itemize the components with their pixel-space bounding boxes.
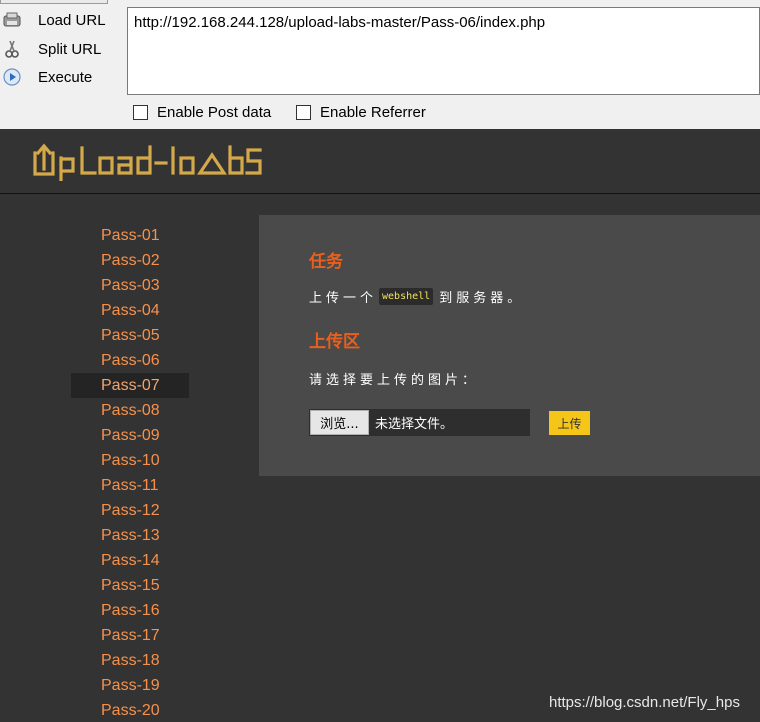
sidebar-item-pass-05[interactable]: Pass-05 xyxy=(71,323,189,348)
sidebar-item-pass-08[interactable]: Pass-08 xyxy=(71,398,189,423)
sidebar-item-pass-18[interactable]: Pass-18 xyxy=(71,648,189,673)
checkbox-box[interactable] xyxy=(133,105,148,120)
watermark: https://blog.csdn.net/Fly_hps xyxy=(549,694,740,711)
task-panel: 任务 上传一个 webshell 到服务器。 上传区 请选择要上传的图片： 浏览… xyxy=(259,215,760,476)
file-status: 未选择文件。 xyxy=(375,417,454,432)
sidebar-item-pass-07[interactable]: Pass-07 xyxy=(71,373,189,398)
task-code: webshell xyxy=(379,288,434,305)
split-url-label: Split URL xyxy=(38,40,102,58)
sidebar-item-pass-19[interactable]: Pass-19 xyxy=(71,673,189,698)
sidebar-item-pass-04[interactable]: Pass-04 xyxy=(71,298,189,323)
task-heading: 任务 xyxy=(309,252,343,272)
upload-submit-button[interactable]: 上传 xyxy=(549,411,590,435)
upload-prompt: 请选择要上传的图片： xyxy=(309,373,480,388)
execute-label: Execute xyxy=(38,68,93,86)
sidebar-item-pass-09[interactable]: Pass-09 xyxy=(71,423,189,448)
sidebar-item-pass-15[interactable]: Pass-15 xyxy=(71,573,189,598)
enable-post-label: Enable Post data xyxy=(157,104,272,121)
enable-referrer-label: Enable Referrer xyxy=(320,104,426,121)
task-prefix: 上传一个 xyxy=(309,291,378,306)
split-url-button[interactable]: Split URL xyxy=(0,36,122,62)
sidebar-item-pass-01[interactable]: Pass-01 xyxy=(71,223,189,248)
site-header xyxy=(0,129,760,194)
enable-referrer-checkbox[interactable]: Enable Referrer xyxy=(296,104,426,121)
upload-heading: 上传区 xyxy=(309,332,360,352)
sidebar-item-pass-20[interactable]: Pass-20 xyxy=(71,698,189,722)
sidebar-item-pass-03[interactable]: Pass-03 xyxy=(71,273,189,298)
sidebar-item-pass-11[interactable]: Pass-11 xyxy=(71,473,189,498)
play-icon xyxy=(3,68,21,86)
browse-button[interactable]: 浏览... xyxy=(310,410,369,435)
pass-nav: Pass-01 Pass-02 Pass-03 Pass-04 Pass-05 Pass-… xyxy=(71,223,189,722)
file-input[interactable]: 浏览... 未选择文件。 xyxy=(309,409,530,436)
sidebar-item-pass-14[interactable]: Pass-14 xyxy=(71,548,189,573)
sidebar-item-pass-12[interactable]: Pass-12 xyxy=(71,498,189,523)
sidebar-item-pass-13[interactable]: Pass-13 xyxy=(71,523,189,548)
hackbar-toolbar: Load URL Split URL Execute http://192.16… xyxy=(0,0,760,129)
sidebar-item-pass-16[interactable]: Pass-16 xyxy=(71,598,189,623)
sidebar-item-pass-17[interactable]: Pass-17 xyxy=(71,623,189,648)
sidebar-item-pass-06[interactable]: Pass-06 xyxy=(71,348,189,373)
load-url-label: Load URL xyxy=(38,11,106,29)
upload-labs-logo[interactable] xyxy=(32,141,262,181)
checkbox-box[interactable] xyxy=(296,105,311,120)
load-url-button[interactable]: Load URL xyxy=(0,0,122,33)
load-url-icon xyxy=(3,12,21,27)
execute-button[interactable]: Execute xyxy=(0,64,122,90)
toolbar-edge xyxy=(0,0,108,4)
enable-post-checkbox[interactable]: Enable Post data xyxy=(133,104,271,121)
task-description: 上传一个 webshell 到服务器。 xyxy=(309,287,524,306)
url-textarea[interactable]: http://192.168.244.128/upload-labs-maste… xyxy=(127,7,760,95)
scissors-icon xyxy=(5,40,19,58)
sidebar-item-pass-10[interactable]: Pass-10 xyxy=(71,448,189,473)
task-suffix: 到服务器。 xyxy=(439,291,525,306)
sidebar-item-pass-02[interactable]: Pass-02 xyxy=(71,248,189,273)
